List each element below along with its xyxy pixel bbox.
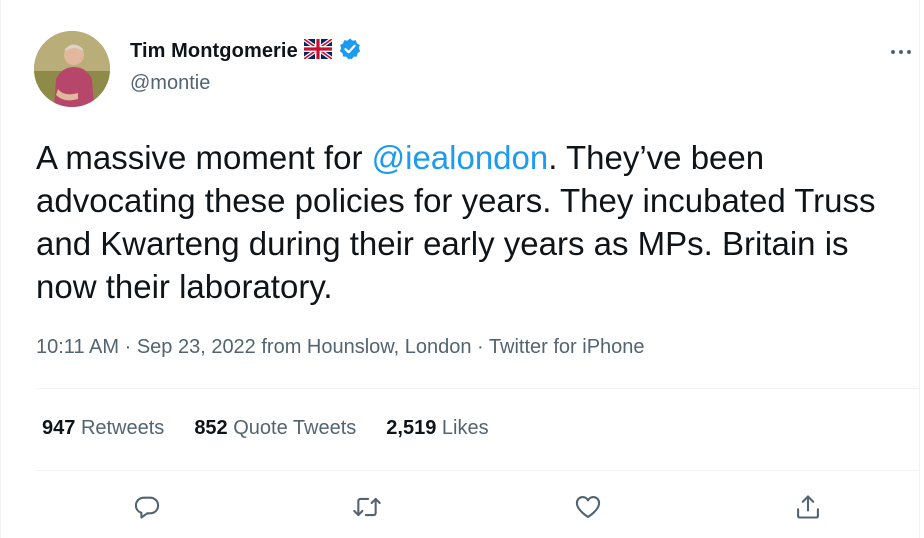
likes-stat[interactable]: 2,519 Likes [386,417,488,443]
retweets-stat[interactable]: 947 Retweets [42,417,164,443]
left-border [0,0,1,538]
meta-separator: · [119,336,137,358]
avatar[interactable] [34,31,110,107]
more-icon [889,43,913,61]
tweet-metadata: 10:11 AM · Sep 23, 2022 from Hounslow, L… [36,336,645,359]
retweet-button[interactable] [352,494,382,524]
likes-count: 2,519 [386,417,437,439]
author-handle[interactable]: @montie [130,72,210,95]
reply-icon [133,493,161,526]
engagement-stats: 947 Retweets 852 Quote Tweets 2,519 Like… [42,417,489,443]
author-name-row[interactable]: Tim Montgomerie [130,36,362,66]
like-button[interactable] [573,494,603,524]
quote-tweets-stat[interactable]: 852 Quote Tweets [194,417,356,443]
quote-tweets-label: Quote Tweets [233,417,357,439]
reply-button[interactable] [132,494,162,524]
quote-tweets-count: 852 [194,417,228,439]
tweet-location[interactable]: from Hounslow, London [256,336,471,358]
likes-label: Likes [441,417,489,439]
more-options-button[interactable] [886,40,916,64]
share-button[interactable] [793,494,823,524]
retweets-label: Retweets [80,417,165,439]
tweet-text-start: A massive moment for [36,139,372,176]
mention-link[interactable]: @iealondon [372,139,549,176]
verified-badge-icon [338,37,362,66]
tweet-date[interactable]: Sep 23, 2022 [137,336,256,358]
heart-icon [574,493,602,526]
tweet-time[interactable]: 10:11 AM [36,336,119,358]
retweet-icon [352,493,382,526]
divider [36,470,920,471]
display-name[interactable]: Tim Montgomerie [130,40,298,63]
uk-flag-icon [302,36,333,64]
divider [36,388,920,389]
meta-separator: · [471,336,489,358]
share-icon [794,493,822,526]
retweets-count: 947 [42,417,76,439]
tweet-text: A massive moment for @iealondon. They’ve… [36,136,896,308]
right-border [919,0,920,538]
tweet-source[interactable]: Twitter for iPhone [489,336,645,358]
